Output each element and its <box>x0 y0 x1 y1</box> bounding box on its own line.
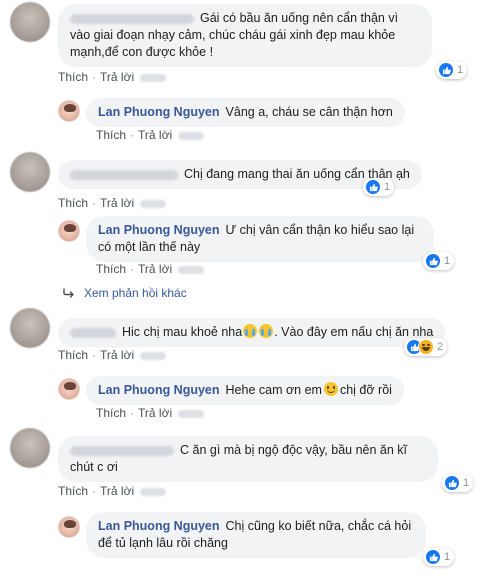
like-icon <box>438 62 454 78</box>
comment-text-continued: . Vào đây em nấu chị ăn nha <box>274 325 434 339</box>
separator: · <box>130 406 135 420</box>
like-link[interactable]: Thích <box>96 128 126 142</box>
reply-bubble: Lan Phuong Nguyen Hehe cam ơn em chị đỡ rồ… <box>86 376 404 405</box>
timestamp-blurred[interactable] <box>178 265 205 274</box>
reaction-number: 1 <box>463 477 470 489</box>
like-link[interactable]: Thích <box>58 348 88 362</box>
author-name[interactable]: Lan Phuong Nguyen <box>98 519 220 533</box>
comment-bubble: Gái có bầu ăn uống nên cẩn thận vì vào g… <box>58 4 432 67</box>
like-icon <box>425 253 441 269</box>
crying-emoji <box>243 324 258 338</box>
author-name[interactable]: Lan Phuong Nguyen <box>98 383 220 397</box>
like-link[interactable]: Thích <box>96 262 126 276</box>
reaction-number: 1 <box>384 181 391 193</box>
separator: · <box>92 196 97 210</box>
reaction-count[interactable]: 2 <box>404 338 448 356</box>
reply-text-continued: chị đỡ rồi <box>339 383 392 397</box>
reaction-number: 1 <box>444 551 451 563</box>
reply-text: Vâng a, cháu se cân thận hơn <box>225 105 393 119</box>
comment-actions: Thích · Trả lời <box>58 196 167 210</box>
like-icon <box>425 549 441 565</box>
comment-actions: Thích · Trả lời <box>58 484 167 498</box>
reply-bubble: Lan Phuong Nguyen Vâng a, cháu se cân thậ… <box>86 98 405 127</box>
timestamp-blurred[interactable] <box>140 487 167 496</box>
reply-arrow-icon <box>63 288 74 298</box>
reply-link[interactable]: Trả lời <box>100 70 134 84</box>
like-link[interactable]: Thích <box>58 70 88 84</box>
commenter-avatar[interactable] <box>10 428 50 468</box>
timestamp-blurred[interactable] <box>140 199 167 208</box>
comment-actions: Thích · Trả lời <box>58 70 167 84</box>
reply-link[interactable]: Trả lời <box>138 128 172 142</box>
view-more-replies-label: Xem phản hồi khác <box>84 286 187 300</box>
comment-text: Hic chị mau khoẻ nha <box>122 325 243 339</box>
separator: · <box>92 348 97 362</box>
crying-emoji <box>259 324 274 338</box>
view-more-replies-link[interactable]: Xem phản hồi khác <box>62 286 187 300</box>
separator: · <box>92 484 97 498</box>
reaction-number: 1 <box>444 255 451 267</box>
author-name[interactable]: Lan Phuong Nguyen <box>98 105 220 119</box>
reply-actions: Thích · Trả lời <box>96 406 205 420</box>
reaction-count[interactable]: 1 <box>436 61 468 79</box>
reply-actions: Thích · Trả lời <box>96 128 205 142</box>
comment-bubble: Hic chị mau khoẻ nha . Vào đây em nấu chị… <box>58 318 446 347</box>
comment-bubble: C ăn gì mà bị ngộ độc vậy, bầu nên ăn kĩ… <box>58 436 438 482</box>
reaction-count[interactable]: 1 <box>363 178 395 196</box>
smile-emoji <box>323 382 338 396</box>
reply-link[interactable]: Trả lời <box>138 406 172 420</box>
reaction-count[interactable]: 1 <box>423 548 455 566</box>
commenter-name-blurred[interactable] <box>70 445 174 456</box>
commenter-name-blurred[interactable] <box>70 327 116 338</box>
commenter-name-blurred[interactable] <box>70 169 178 180</box>
reaction-count[interactable]: 1 <box>442 474 474 492</box>
reply-link[interactable]: Trả lời <box>100 484 134 498</box>
reply-avatar[interactable] <box>58 516 80 538</box>
timestamp-blurred[interactable] <box>178 409 205 418</box>
comment-actions: Thích · Trả lời <box>58 348 167 362</box>
commenter-avatar[interactable] <box>10 2 50 42</box>
like-link[interactable]: Thích <box>58 196 88 210</box>
haha-icon <box>418 339 434 355</box>
reply-avatar[interactable] <box>58 220 80 242</box>
like-icon <box>444 475 460 491</box>
commenter-name-blurred[interactable] <box>70 13 194 24</box>
reply-link[interactable]: Trả lời <box>100 196 134 210</box>
reply-avatar[interactable] <box>58 378 80 400</box>
reaction-number: 2 <box>437 341 444 353</box>
separator: · <box>130 128 135 142</box>
author-name[interactable]: Lan Phuong Nguyen <box>98 223 220 237</box>
reaction-count[interactable]: 1 <box>423 252 455 270</box>
reaction-number: 1 <box>457 64 464 76</box>
like-icon <box>365 179 381 195</box>
timestamp-blurred[interactable] <box>140 73 167 82</box>
reply-bubble: Lan Phuong Nguyen Chị cũng ko biết nữa, c… <box>86 512 426 558</box>
commenter-avatar[interactable] <box>10 308 50 348</box>
like-link[interactable]: Thích <box>96 406 126 420</box>
reply-avatar[interactable] <box>58 100 80 122</box>
separator: · <box>130 262 135 276</box>
timestamp-blurred[interactable] <box>140 351 167 360</box>
timestamp-blurred[interactable] <box>178 131 205 140</box>
reply-actions: Thích · Trả lời <box>96 262 205 276</box>
reply-text: Hehe cam ơn em <box>225 383 322 397</box>
reply-link[interactable]: Trả lời <box>100 348 134 362</box>
like-link[interactable]: Thích <box>58 484 88 498</box>
reply-bubble: Lan Phuong Nguyen Ư chị vân cẩn thận ko h… <box>86 216 434 262</box>
reply-link[interactable]: Trả lời <box>138 262 172 276</box>
separator: · <box>92 70 97 84</box>
commenter-avatar[interactable] <box>10 152 50 192</box>
